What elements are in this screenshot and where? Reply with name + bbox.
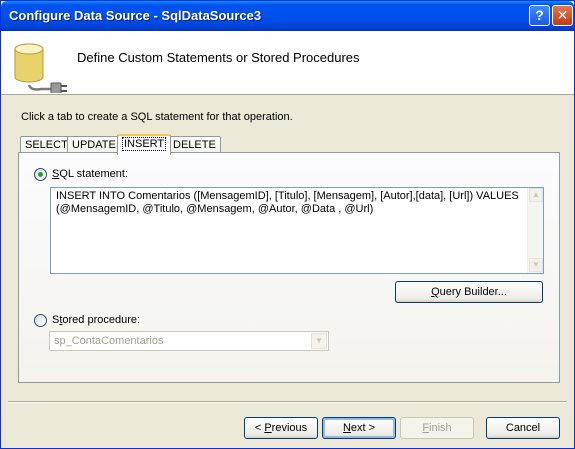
finish-rest: inish bbox=[429, 422, 452, 434]
finish-button[interactable]: Finish bbox=[400, 417, 474, 439]
stored-procedure-label[interactable]: Stored procedure: bbox=[52, 314, 140, 326]
footer-separator bbox=[8, 401, 567, 403]
radio-selected-dot bbox=[38, 172, 43, 177]
configure-data-source-dialog: Configure Data Source - SqlDataSource3 ?… bbox=[0, 0, 575, 449]
next-button[interactable]: Next > bbox=[322, 417, 396, 439]
sql-statement-radio[interactable] bbox=[34, 168, 47, 181]
chevron-down-icon[interactable]: ▼ bbox=[311, 333, 327, 349]
page-title: Define Custom Statements or Stored Proce… bbox=[77, 50, 360, 65]
previous-rest: revious bbox=[271, 422, 308, 434]
wizard-header: Define Custom Statements or Stored Proce… bbox=[1, 31, 574, 95]
next-accel: N bbox=[342, 422, 351, 434]
help-button[interactable]: ? bbox=[529, 5, 550, 26]
sql-label-rest: QL statement: bbox=[59, 168, 129, 180]
sql-statement-text: INSERT INTO Comentarios ([MensagemID], [… bbox=[56, 190, 519, 215]
previous-button[interactable]: < Previous bbox=[244, 417, 318, 439]
query-builder-label: uery Builder... bbox=[439, 286, 507, 298]
query-builder-button[interactable]: Query Builder... bbox=[395, 281, 543, 303]
previous-pre: < bbox=[254, 422, 265, 434]
sp-label-rest: ored procedure: bbox=[62, 314, 141, 326]
scroll-down-icon[interactable]: ▼ bbox=[529, 258, 543, 272]
close-button[interactable]: ✕ bbox=[552, 5, 573, 26]
sql-scrollbar[interactable]: ▲ ▼ bbox=[527, 188, 543, 273]
cancel-button[interactable]: Cancel bbox=[486, 417, 560, 439]
tab-delete-label: DELETE bbox=[173, 139, 216, 151]
tab-update-label: UPDATE bbox=[72, 139, 116, 151]
window-title: Configure Data Source - SqlDataSource3 bbox=[9, 8, 262, 23]
sql-statement-textarea[interactable]: INSERT INTO Comentarios ([MensagemID], [… bbox=[50, 187, 544, 274]
sql-statement-label[interactable]: SQL statement: bbox=[52, 168, 128, 180]
scroll-up-icon[interactable]: ▲ bbox=[529, 188, 543, 202]
stored-procedure-value: sp_ContaComentarios bbox=[54, 335, 164, 347]
previous-accel: P bbox=[264, 422, 272, 434]
instruction-text: Click a tab to create a SQL statement fo… bbox=[21, 111, 293, 123]
title-bar[interactable]: Configure Data Source - SqlDataSource3 ?… bbox=[1, 1, 574, 31]
database-plug-icon bbox=[14, 43, 67, 93]
stored-procedure-select[interactable]: sp_ContaComentarios ▼ bbox=[49, 331, 329, 351]
stored-procedure-radio[interactable] bbox=[34, 314, 47, 327]
query-builder-accel: Q bbox=[431, 286, 440, 298]
tab-insert-label: INSERT bbox=[122, 137, 167, 151]
next-rest: ext > bbox=[350, 422, 376, 434]
tab-insert[interactable]: INSERT bbox=[117, 134, 172, 155]
tab-select-label: SELECT bbox=[25, 139, 68, 151]
